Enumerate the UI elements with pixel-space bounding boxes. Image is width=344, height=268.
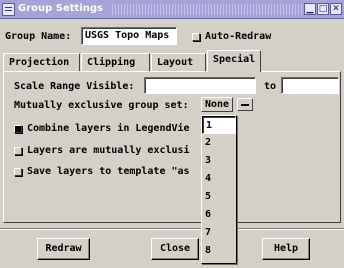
group-name-field[interactable]: USGS Topo Maps <box>81 27 177 45</box>
redraw-button[interactable]: Redraw <box>37 238 90 260</box>
save-template-label: Save layers to template "as <box>27 166 190 177</box>
combine-layers-label: Combine layers in LegendVie <box>27 123 190 134</box>
help-button[interactable]: Help <box>262 238 310 260</box>
combine-layers-checkbox-icon[interactable] <box>14 124 22 133</box>
auto-redraw-toggle[interactable]: Auto-Redraw <box>192 31 271 42</box>
layers-mutex-checkbox-icon[interactable] <box>14 146 22 155</box>
scale-range-label: Scale Range Visible: <box>14 81 135 92</box>
minimize-icon[interactable]: ▁ <box>304 3 316 15</box>
layers-mutex-toggle[interactable]: Layers are mutually exclusi <box>14 145 190 156</box>
tab-projection[interactable]: Projection <box>3 53 80 71</box>
dropdown-option[interactable]: 2 <box>202 134 236 152</box>
mutex-group-set-dropdown[interactable]: 1 2 3 4 5 6 7 8 <box>201 115 237 264</box>
dropdown-option[interactable]: 7 <box>202 224 236 242</box>
system-menu-icon[interactable] <box>2 3 15 16</box>
group-settings-window: Group Settings ▁ □ ✕ Group Name: USGS To… <box>0 0 344 268</box>
close-icon[interactable]: ✕ <box>330 3 342 15</box>
mutex-group-set-value: None <box>201 97 234 112</box>
option-menu-indicator-icon <box>237 98 254 111</box>
tab-layout[interactable]: Layout <box>151 53 206 71</box>
dropdown-option[interactable]: 3 <box>202 152 236 170</box>
mutex-group-set-label: Mutually exclusive group set: <box>14 100 189 111</box>
dropdown-option[interactable]: 1 <box>202 116 236 134</box>
mutex-group-set-select[interactable]: None <box>201 96 254 113</box>
dropdown-option[interactable]: 4 <box>202 170 236 188</box>
window-controls: ▁ □ ✕ <box>304 3 342 15</box>
layers-mutex-label: Layers are mutually exclusi <box>27 145 190 156</box>
window-title: Group Settings <box>18 3 103 14</box>
title-bar[interactable]: Group Settings ▁ □ ✕ <box>0 0 344 19</box>
dropdown-option[interactable]: 6 <box>202 206 236 224</box>
dropdown-option[interactable]: 8 <box>202 242 236 260</box>
title-bar-pattern <box>112 4 304 15</box>
group-name-label: Group Name: <box>5 31 72 42</box>
auto-redraw-checkbox-icon[interactable] <box>192 32 200 41</box>
dropdown-option[interactable]: 5 <box>202 188 236 206</box>
scale-range-min-field[interactable] <box>144 77 256 94</box>
tab-special[interactable]: Special <box>207 50 261 72</box>
save-template-checkbox-icon[interactable] <box>14 167 22 176</box>
save-template-toggle[interactable]: Save layers to template "as <box>14 166 190 177</box>
scale-range-to-label: to <box>264 81 277 92</box>
maximize-icon[interactable]: □ <box>317 3 329 15</box>
close-button[interactable]: Close <box>151 238 199 260</box>
tab-clipping[interactable]: Clipping <box>81 53 150 71</box>
button-bar-separator <box>0 228 344 230</box>
combine-layers-toggle[interactable]: Combine layers in LegendVie <box>14 123 190 134</box>
scale-range-max-field[interactable] <box>281 77 339 94</box>
auto-redraw-label: Auto-Redraw <box>205 31 272 42</box>
